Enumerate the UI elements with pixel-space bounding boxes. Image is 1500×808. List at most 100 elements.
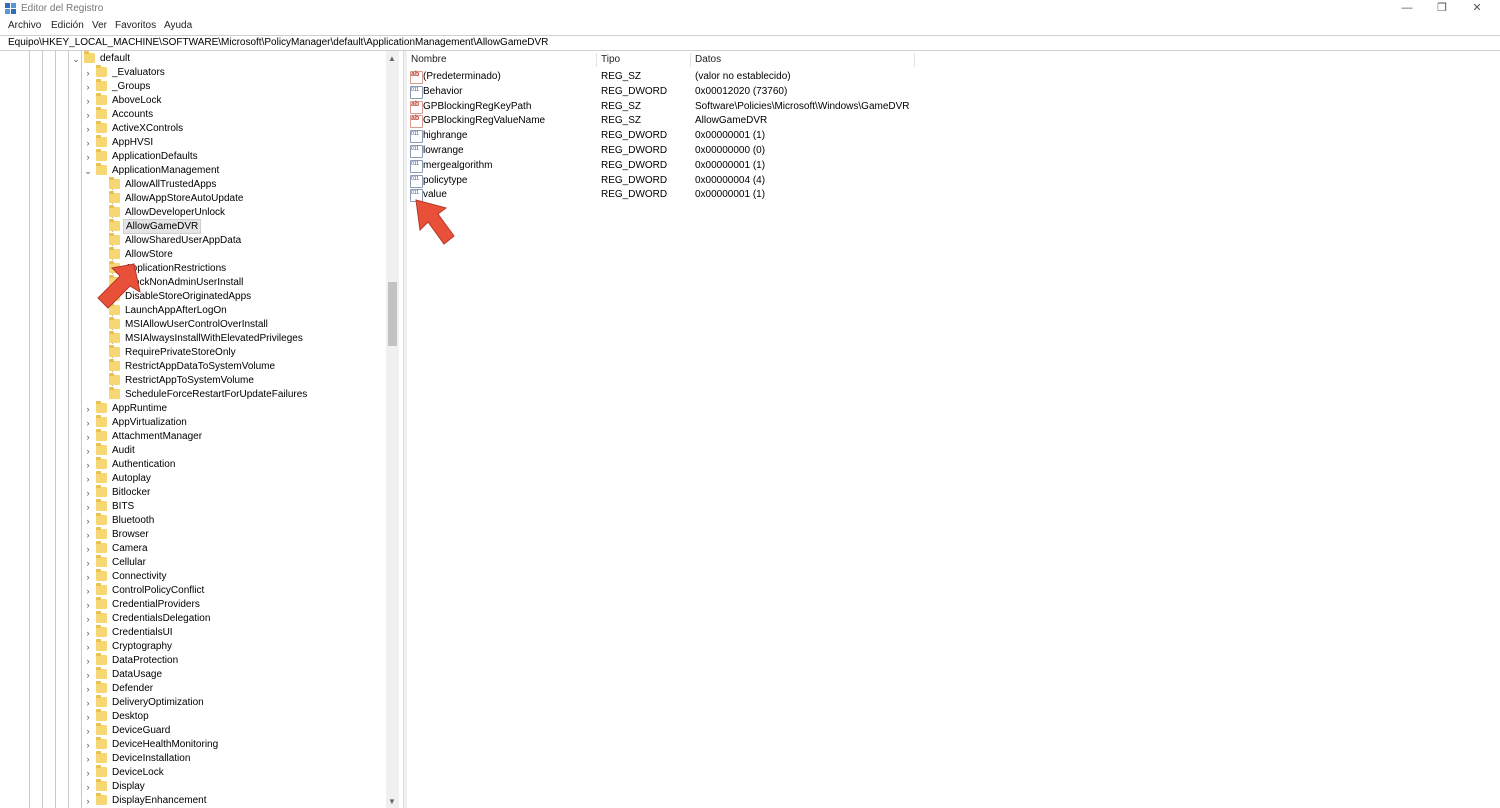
folder-icon xyxy=(96,401,107,413)
chevron-right-icon[interactable]: › xyxy=(83,613,93,625)
table-row[interactable]: (Predeterminado) REG_SZ (valor no establec… xyxy=(407,70,1007,85)
chevron-right-icon[interactable]: › xyxy=(83,67,93,79)
table-row[interactable]: GPBlockingRegKeyPath REG_SZ Software\Polic… xyxy=(407,100,1007,115)
chevron-right-icon[interactable]: › xyxy=(83,473,93,485)
chevron-right-icon[interactable]: › xyxy=(83,753,93,765)
scroll-up-icon[interactable]: ▲ xyxy=(388,54,396,63)
chevron-right-icon[interactable]: › xyxy=(83,123,93,135)
chevron-right-icon[interactable]: › xyxy=(83,543,93,555)
chevron-right-icon[interactable]: › xyxy=(83,585,93,597)
chevron-right-icon[interactable]: › xyxy=(83,529,93,541)
chevron-right-icon[interactable]: › xyxy=(83,501,93,513)
chevron-right-icon[interactable]: › xyxy=(83,487,93,499)
registry-editor-icon xyxy=(5,3,16,14)
chevron-right-icon[interactable]: › xyxy=(83,445,93,457)
chevron-right-icon[interactable]: › xyxy=(83,627,93,639)
chevron-down-icon[interactable]: ⌄ xyxy=(71,53,81,65)
chevron-right-icon[interactable]: › xyxy=(83,515,93,527)
title-bar: Editor del Registro — ❐ ✕ xyxy=(0,0,1500,18)
chevron-right-icon[interactable]: › xyxy=(83,137,93,149)
chevron-right-icon[interactable]: › xyxy=(83,81,93,93)
key-tree[interactable]: ⌄ default › _Evaluators › _Groups › AboveLock › A… xyxy=(4,51,400,808)
tree-scrollbar[interactable]: ▲ ▼ xyxy=(386,51,399,808)
menu-archivo[interactable]: Archivo xyxy=(8,20,41,31)
column-separator[interactable] xyxy=(596,53,597,67)
folder-icon xyxy=(96,765,107,777)
tree-item-label: Defender xyxy=(112,683,154,694)
scroll-down-icon[interactable]: ▼ xyxy=(388,797,396,806)
chevron-right-icon[interactable]: › xyxy=(83,697,93,709)
value-name: GPBlockingRegValueName xyxy=(423,115,546,127)
chevron-right-icon[interactable]: › xyxy=(83,109,93,121)
value-data: 0x00000001 (1) xyxy=(695,189,766,201)
folder-icon xyxy=(96,709,107,721)
table-row[interactable]: GPBlockingRegValueName REG_SZ AllowGameDVR xyxy=(407,114,1007,129)
table-row[interactable]: Behavior REG_DWORD 0x00012020 (73760) xyxy=(407,85,1007,100)
chevron-right-icon[interactable]: › xyxy=(83,739,93,751)
tree-item-label: ApplicationDefaults xyxy=(112,151,198,162)
chevron-right-icon[interactable]: › xyxy=(83,571,93,583)
table-row[interactable]: lowrange REG_DWORD 0x00000000 (0) xyxy=(407,144,1007,159)
values-list[interactable]: Nombre Tipo Datos (Predeterminado) REG_SZ… xyxy=(407,51,1500,808)
folder-icon xyxy=(96,135,107,147)
folder-icon xyxy=(96,457,107,469)
chevron-right-icon[interactable]: › xyxy=(83,95,93,107)
chevron-right-icon[interactable]: › xyxy=(83,431,93,443)
chevron-right-icon[interactable]: › xyxy=(83,151,93,163)
folder-icon xyxy=(96,541,107,553)
value-name: highrange xyxy=(423,130,468,142)
menu-favoritos[interactable]: Favoritos xyxy=(115,20,156,31)
value-data: AllowGameDVR xyxy=(695,115,768,127)
menu-edicion[interactable]: Edición xyxy=(51,20,84,31)
table-row[interactable]: valueREG_DWORD0x00000001 (1) xyxy=(407,188,1007,203)
chevron-right-icon[interactable]: › xyxy=(83,641,93,653)
scroll-thumb[interactable] xyxy=(388,282,397,346)
chevron-right-icon[interactable]: › xyxy=(83,725,93,737)
folder-icon xyxy=(96,555,107,567)
table-row[interactable]: mergealgorithm REG_DWORD 0x00000001 (1) xyxy=(407,159,1007,174)
folder-icon xyxy=(96,415,107,427)
tree-guide-line xyxy=(55,51,56,808)
maximize-button[interactable]: ❐ xyxy=(1425,0,1459,18)
folder-icon xyxy=(96,429,107,441)
menu-ver[interactable]: Ver xyxy=(92,20,107,31)
chevron-right-icon[interactable]: › xyxy=(83,795,93,807)
column-separator[interactable] xyxy=(690,53,691,67)
chevron-right-icon[interactable]: › xyxy=(83,683,93,695)
menu-ayuda[interactable]: Ayuda xyxy=(164,20,192,31)
chevron-right-icon[interactable]: › xyxy=(83,767,93,779)
close-button[interactable]: ✕ xyxy=(1460,0,1494,18)
tree-item-label: AppRuntime xyxy=(112,403,168,414)
chevron-right-icon[interactable]: › xyxy=(83,557,93,569)
tree-item-label: Cellular xyxy=(112,557,146,568)
folder-icon xyxy=(109,331,120,343)
table-row[interactable]: highrange REG_DWORD 0x00000001 (1) xyxy=(407,129,1007,144)
column-header-tipo[interactable]: Tipo xyxy=(601,54,620,65)
chevron-right-icon[interactable]: › xyxy=(83,655,93,667)
address-bar[interactable]: Equipo\HKEY_LOCAL_MACHINE\SOFTWARE\Micro… xyxy=(0,35,1500,51)
tree-item-label: CredentialsDelegation xyxy=(112,613,211,624)
chevron-right-icon[interactable]: › xyxy=(83,459,93,471)
column-header-nombre[interactable]: Nombre xyxy=(411,54,447,65)
tree-item-label: Display xyxy=(112,781,145,792)
chevron-right-icon[interactable]: › xyxy=(83,403,93,415)
chevron-right-icon[interactable]: › xyxy=(83,711,93,723)
minimize-button[interactable]: — xyxy=(1390,0,1424,18)
chevron-right-icon[interactable]: › xyxy=(83,669,93,681)
value-data: Software\Policies\Microsoft\Windows\Game… xyxy=(695,100,910,112)
value-name: lowrange xyxy=(423,145,464,156)
chevron-right-icon[interactable]: › xyxy=(83,781,93,793)
table-row[interactable]: policytype REG_DWORD 0x00000004 (4) xyxy=(407,174,1007,189)
folder-icon xyxy=(96,149,107,161)
chevron-down-icon[interactable]: ⌄ xyxy=(83,165,93,177)
folder-icon xyxy=(109,387,120,399)
tree-item-label: DeliveryOptimization xyxy=(112,697,204,708)
column-header-datos[interactable]: Datos xyxy=(695,54,721,65)
dword-value-icon xyxy=(410,159,423,173)
address-path[interactable]: Equipo\HKEY_LOCAL_MACHINE\SOFTWARE\Micro… xyxy=(8,37,548,48)
folder-icon xyxy=(96,625,107,637)
chevron-right-icon[interactable]: › xyxy=(83,599,93,611)
tree-item-label: ScheduleForceRestartForUpdateFailures xyxy=(125,389,308,400)
column-separator[interactable] xyxy=(914,53,915,67)
chevron-right-icon[interactable]: › xyxy=(83,417,93,429)
